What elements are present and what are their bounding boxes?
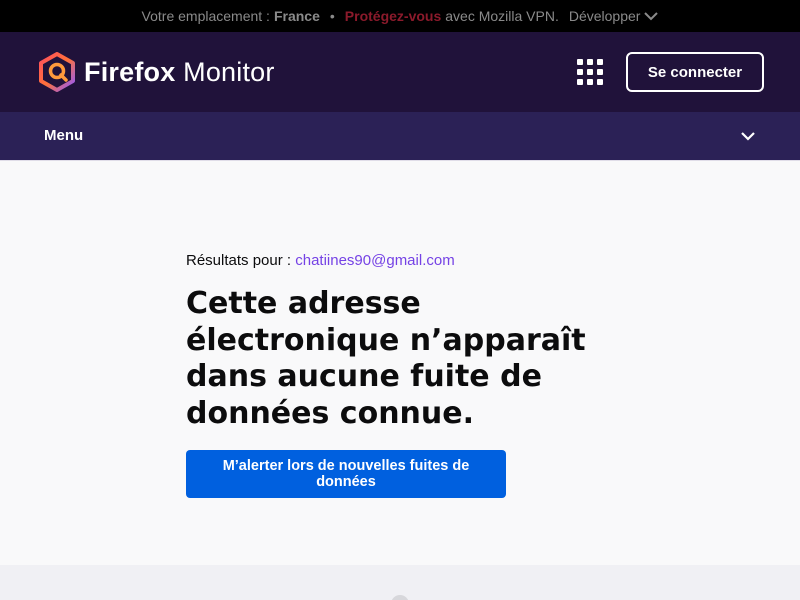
menu-label: Menu bbox=[44, 127, 84, 144]
results-for-line: Résultats pour : chatiines90@gmail.com bbox=[186, 252, 455, 269]
vpn-promo-banner: Votre emplacement : France • Protégez-vo… bbox=[0, 0, 800, 32]
results-prefix: Résultats pour : bbox=[186, 252, 292, 269]
firefox-monitor-logo[interactable]: Firefox Monitor bbox=[38, 52, 275, 92]
monitor-logo-icon bbox=[39, 52, 75, 92]
logo-monitor: Monitor bbox=[183, 56, 275, 87]
logo-firefox: Firefox bbox=[84, 56, 176, 87]
menu-toggle[interactable]: Menu bbox=[0, 112, 800, 160]
results-headline: Cette adresse électronique n’apparaît da… bbox=[186, 286, 586, 431]
logo-wordmark: Firefox Monitor bbox=[84, 57, 275, 88]
alert-me-button[interactable]: M’alerter lors de nouvelles fuites de do… bbox=[186, 450, 506, 498]
site-header: Firefox Monitor Se connecter bbox=[0, 32, 800, 112]
chevron-down-icon[interactable] bbox=[740, 130, 756, 142]
expand-banner-label: Développer bbox=[568, 8, 641, 24]
scan-results-section: Résultats pour : chatiines90@gmail.com C… bbox=[0, 160, 800, 565]
protect-yourself-link[interactable]: Protégez-vous bbox=[345, 8, 441, 24]
chevron-down-icon bbox=[644, 12, 659, 21]
scanned-email: chatiines90@gmail.com bbox=[295, 252, 455, 269]
location-country: France bbox=[273, 8, 320, 24]
vpn-text: avec Mozilla VPN. bbox=[445, 8, 559, 24]
expand-banner-button[interactable]: Développer bbox=[569, 8, 659, 24]
sign-in-button[interactable]: Se connecter bbox=[626, 52, 764, 92]
banner-separator: • bbox=[329, 8, 335, 24]
location-label: Votre emplacement : bbox=[141, 8, 270, 24]
apps-grid-icon[interactable] bbox=[577, 59, 603, 85]
